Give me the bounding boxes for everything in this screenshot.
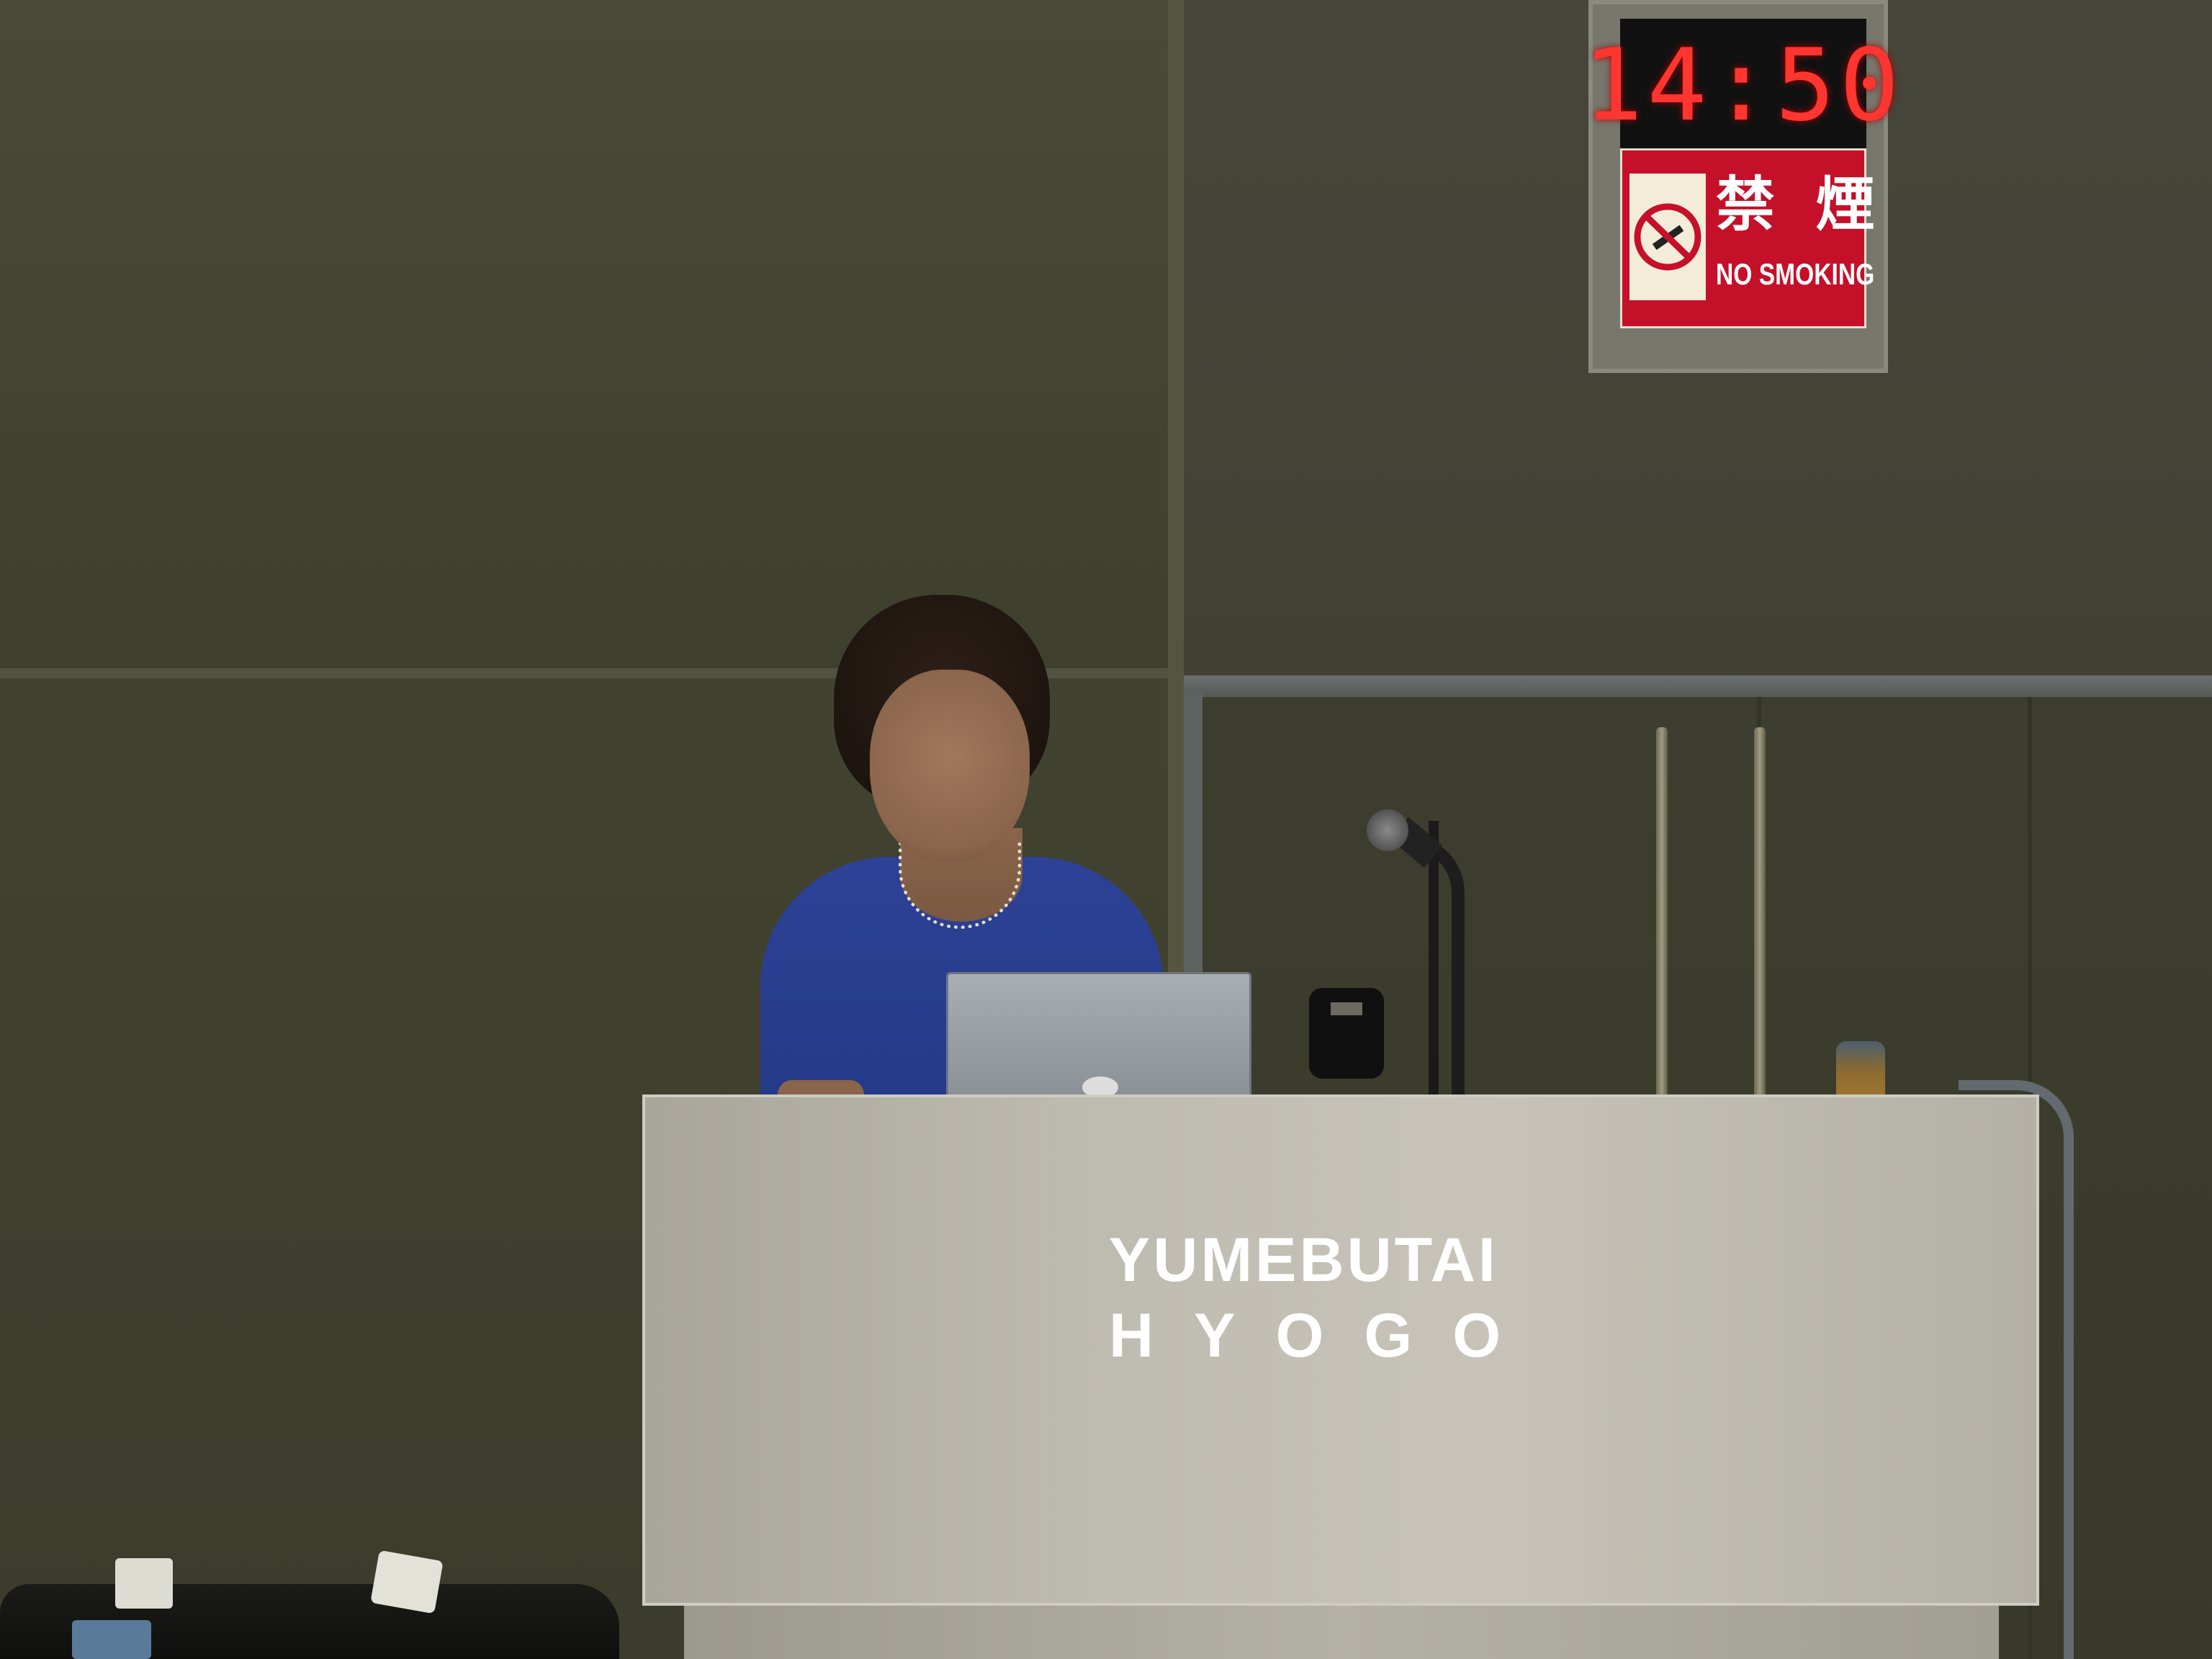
foreground-device-2 <box>370 1550 444 1614</box>
door-frame-top <box>1181 675 2212 697</box>
wall-upper-left <box>0 0 1181 677</box>
wall-seam-vertical <box>1168 0 1184 1094</box>
podium-base <box>684 1606 1999 1659</box>
foreground-device <box>115 1558 173 1609</box>
photo-scene: 14:50 禁 煙 NO SMOKING YUMEBUTAI HYOGO <box>0 0 2212 1659</box>
podium-light <box>1309 988 1384 1079</box>
microphone-stand <box>1429 821 1439 1102</box>
sign-english-text: NO SMOKING <box>1716 257 1875 291</box>
podium-line-1: YUMEBUTAI <box>1109 1226 1498 1295</box>
podium-line-2: HYOGO <box>1109 1301 1542 1370</box>
clock-time: 14:50 <box>1583 27 1904 143</box>
door-handle-right <box>1754 727 1766 1102</box>
laptop <box>946 972 1251 1102</box>
no-smoking-sign: 禁 煙 NO SMOKING <box>1620 148 1885 328</box>
speaker-face <box>870 670 1030 863</box>
podium-logo-text: YUMEBUTAI HYOGO <box>1109 1224 1599 1375</box>
sign-kanji-text: 禁 煙 <box>1716 171 1885 239</box>
clock-sign-box: 14:50 禁 煙 NO SMOKING <box>1583 0 1899 373</box>
no-smoking-icon <box>1629 174 1706 300</box>
door-frame-left <box>1181 691 1202 979</box>
podium-light-lens <box>1331 1002 1362 1015</box>
door-handle-left <box>1656 727 1668 1102</box>
digital-clock: 14:50 <box>1583 19 1899 151</box>
foreground-device-3 <box>72 1620 151 1659</box>
